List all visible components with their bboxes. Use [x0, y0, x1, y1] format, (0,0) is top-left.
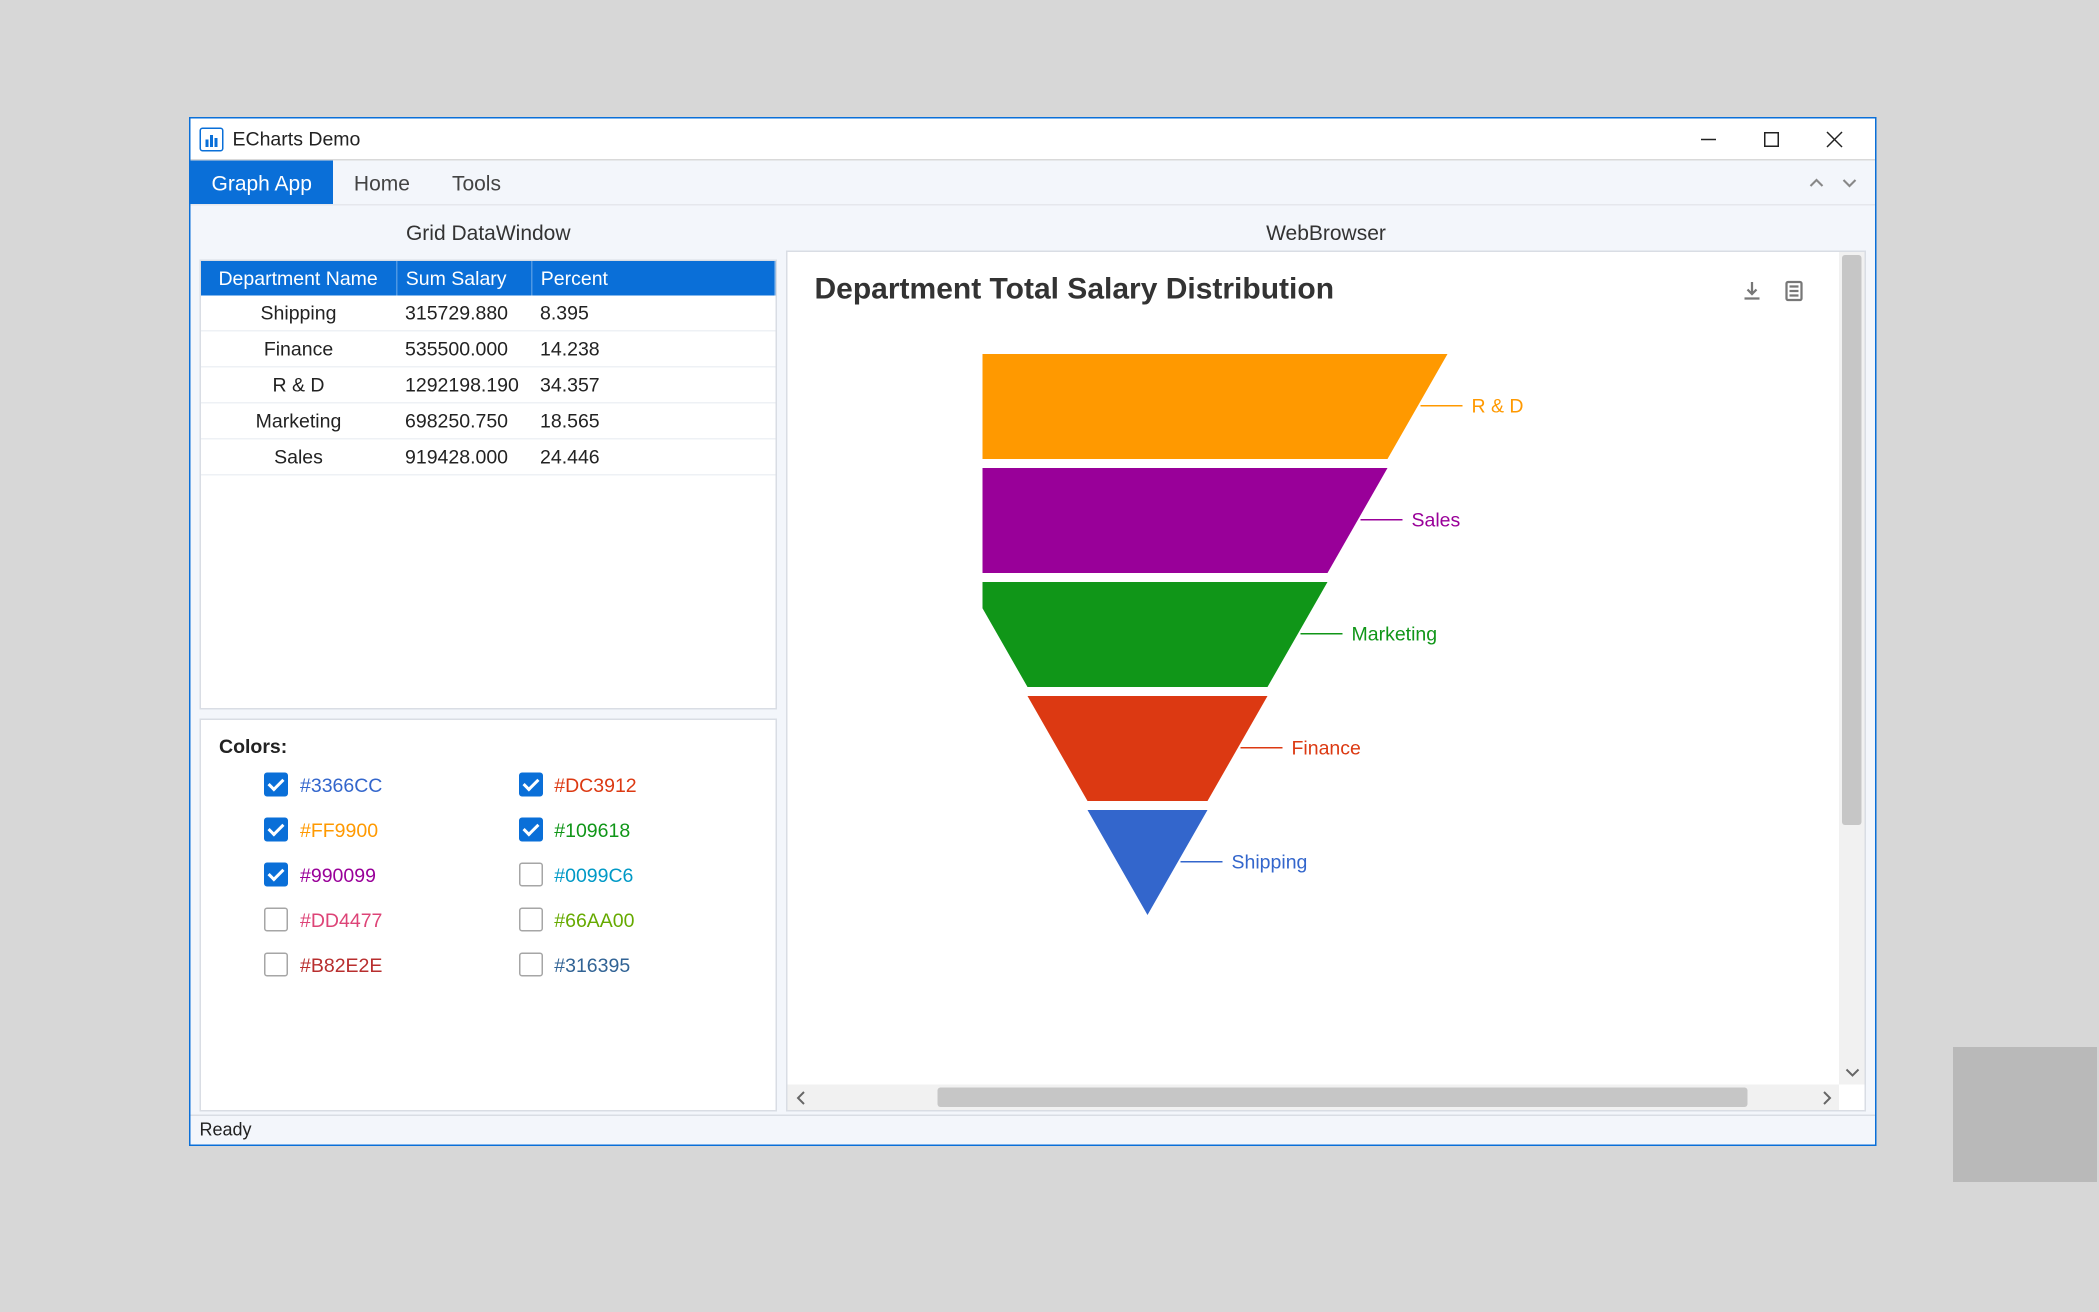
tab-tools[interactable]: Tools: [431, 161, 522, 205]
segment-name: R & D: [1472, 395, 1524, 418]
cell-percent: 14.238: [531, 331, 775, 367]
cell-department: Sales: [201, 439, 396, 475]
table-row[interactable]: Marketing698250.75018.565: [201, 403, 775, 439]
col-header-sum-salary[interactable]: Sum Salary: [396, 261, 531, 296]
color-option[interactable]: #B82E2E: [264, 953, 503, 977]
funnel-segment[interactable]: [983, 468, 1388, 573]
horizontal-scrollbar[interactable]: [788, 1085, 1840, 1111]
scroll-right-icon[interactable]: [1814, 1085, 1840, 1111]
color-option[interactable]: #FF9900: [264, 818, 503, 842]
tab-home[interactable]: Home: [333, 161, 431, 205]
checkbox-icon[interactable]: [518, 773, 542, 797]
data-grid: Department Name Sum Salary Percent Shipp…: [201, 261, 776, 476]
ribbon-expand-down-button[interactable]: [1833, 161, 1866, 205]
left-column: Grid DataWindow Department Name Sum Sala…: [200, 215, 778, 1112]
color-option[interactable]: #66AA00: [518, 908, 757, 932]
cell-percent: 34.357: [531, 367, 775, 403]
horizontal-scrollbar-thumb[interactable]: [938, 1088, 1748, 1108]
chart-title: Department Total Salary Distribution: [815, 273, 1335, 308]
cell-department: Marketing: [201, 403, 396, 439]
ribbon-tabs: Graph App Home Tools: [191, 161, 1876, 206]
ribbon-collapse-up-button[interactable]: [1800, 161, 1833, 205]
window-title: ECharts Demo: [233, 128, 361, 151]
color-hex-label: #3366CC: [300, 773, 382, 796]
color-hex-label: #DD4477: [300, 908, 382, 931]
cell-sum-salary: 1292198.190: [396, 367, 531, 403]
vertical-scrollbar-thumb[interactable]: [1842, 255, 1862, 825]
funnel-chart: Department Total Salary Distribution R &…: [788, 252, 1838, 1083]
right-column: WebBrowser Department Total Salary Distr…: [786, 215, 1866, 1112]
status-text: Ready: [200, 1119, 252, 1140]
table-row[interactable]: Shipping315729.8808.395: [201, 296, 775, 331]
cell-sum-salary: 535500.000: [396, 331, 531, 367]
color-hex-label: #316395: [554, 953, 630, 976]
download-icon[interactable]: [1736, 274, 1769, 307]
window-close-button[interactable]: [1803, 118, 1866, 160]
app-window: ECharts Demo Graph App Home Tools: [189, 117, 1877, 1146]
cell-percent: 18.565: [531, 403, 775, 439]
color-option[interactable]: #109618: [518, 818, 757, 842]
color-option[interactable]: #0099C6: [518, 863, 757, 887]
color-hex-label: #0099C6: [554, 863, 633, 886]
app-icon: [200, 127, 224, 151]
cell-department: Shipping: [201, 296, 396, 331]
vertical-scrollbar[interactable]: [1839, 252, 1865, 1085]
funnel-segment[interactable]: [1028, 696, 1268, 801]
checkbox-icon[interactable]: [264, 953, 288, 977]
colors-label: Colors:: [219, 735, 758, 758]
checkbox-icon[interactable]: [518, 863, 542, 887]
cell-percent: 8.395: [531, 296, 775, 331]
color-hex-label: #990099: [300, 863, 376, 886]
col-header-percent[interactable]: Percent: [531, 261, 775, 296]
funnel-segment[interactable]: [983, 582, 1328, 687]
scroll-down-icon[interactable]: [1839, 1059, 1865, 1085]
decorative-shadow: [1953, 1047, 2097, 1182]
cell-department: R & D: [201, 367, 396, 403]
grid-datawindow[interactable]: Department Name Sum Salary Percent Shipp…: [200, 260, 778, 710]
table-row[interactable]: Finance535500.00014.238: [201, 331, 775, 367]
checkbox-icon[interactable]: [264, 908, 288, 932]
grid-panel-title: Grid DataWindow: [200, 215, 778, 251]
window-minimize-button[interactable]: [1677, 118, 1740, 160]
color-hex-label: #FF9900: [300, 818, 378, 841]
checkbox-icon[interactable]: [518, 908, 542, 932]
color-hex-label: #109618: [554, 818, 630, 841]
window-maximize-button[interactable]: [1740, 118, 1803, 160]
checkbox-icon[interactable]: [264, 818, 288, 842]
table-row[interactable]: R & D1292198.19034.357: [201, 367, 775, 403]
color-option[interactable]: #DD4477: [264, 908, 503, 932]
cell-department: Finance: [201, 331, 396, 367]
tab-graph-app[interactable]: Graph App: [191, 161, 333, 205]
colors-panel: Colors: #3366CC #DC3912 #FF9900 #109618 #990…: [200, 719, 778, 1112]
checkbox-icon[interactable]: [518, 953, 542, 977]
content-area: Grid DataWindow Department Name Sum Sala…: [200, 215, 1867, 1112]
checkbox-icon[interactable]: [264, 863, 288, 887]
color-option[interactable]: #316395: [518, 953, 757, 977]
cell-percent: 24.446: [531, 439, 775, 475]
scroll-left-icon[interactable]: [788, 1085, 814, 1111]
color-hex-label: #66AA00: [554, 908, 634, 931]
color-hex-label: #DC3912: [554, 773, 636, 796]
funnel-segment[interactable]: [1088, 810, 1208, 915]
color-option[interactable]: #3366CC: [264, 773, 503, 797]
color-hex-label: #B82E2E: [300, 953, 382, 976]
color-option[interactable]: #990099: [264, 863, 503, 887]
funnel-segment[interactable]: [983, 354, 1448, 459]
webbrowser-panel: Department Total Salary Distribution R &…: [786, 251, 1866, 1112]
checkbox-icon[interactable]: [518, 818, 542, 842]
browser-panel-title: WebBrowser: [786, 215, 1866, 251]
titlebar: ECharts Demo: [191, 119, 1876, 161]
cell-sum-salary: 919428.000: [396, 439, 531, 475]
data-view-icon[interactable]: [1778, 274, 1811, 307]
cell-sum-salary: 698250.750: [396, 403, 531, 439]
status-bar: Ready: [191, 1115, 1876, 1145]
color-option[interactable]: #DC3912: [518, 773, 757, 797]
checkbox-icon[interactable]: [264, 773, 288, 797]
table-row[interactable]: Sales919428.00024.446: [201, 439, 775, 475]
col-header-department[interactable]: Department Name: [201, 261, 396, 296]
cell-sum-salary: 315729.880: [396, 296, 531, 331]
